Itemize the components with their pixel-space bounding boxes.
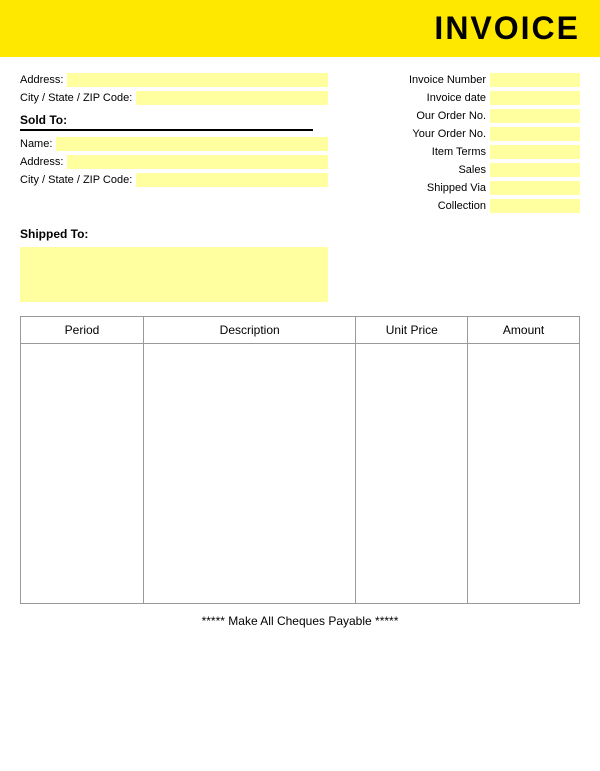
city-input[interactable] xyxy=(136,91,328,105)
right-field-row-6: Shipped Via xyxy=(345,181,580,195)
city2-label: City / State / ZIP Code: xyxy=(20,174,132,186)
right-field-input-5[interactable] xyxy=(490,163,580,177)
col-unit-price: Unit Price xyxy=(356,317,468,344)
shipped-to-label: Shipped To: xyxy=(20,227,580,241)
right-field-input-4[interactable] xyxy=(490,145,580,159)
col-amount: Amount xyxy=(468,317,580,344)
unit-price-cell[interactable] xyxy=(356,344,468,604)
col-description: Description xyxy=(143,317,355,344)
right-field-label-6: Shipped Via xyxy=(427,182,486,194)
right-field-label-2: Our Order No. xyxy=(416,110,486,122)
invoice-header: INVOICE xyxy=(0,0,600,57)
description-cell[interactable] xyxy=(143,344,355,604)
right-field-input-3[interactable] xyxy=(490,127,580,141)
city2-input[interactable] xyxy=(136,173,328,187)
address-input[interactable] xyxy=(67,73,328,87)
right-field-label-7: Collection xyxy=(438,200,486,212)
right-field-row-3: Your Order No. xyxy=(345,127,580,141)
right-field-row-0: Invoice Number xyxy=(345,73,580,87)
right-field-input-2[interactable] xyxy=(490,109,580,123)
footer-text: ***** Make All Cheques Payable ***** xyxy=(202,614,399,628)
right-field-row-1: Invoice date xyxy=(345,91,580,105)
right-field-label-5: Sales xyxy=(458,164,486,176)
right-field-row-7: Collection xyxy=(345,199,580,213)
right-field-row-4: Item Terms xyxy=(345,145,580,159)
shipped-to-input[interactable] xyxy=(20,247,328,302)
right-field-input-7[interactable] xyxy=(490,199,580,213)
right-field-row-2: Our Order No. xyxy=(345,109,580,123)
right-field-label-0: Invoice Number xyxy=(409,74,486,86)
address2-label: Address: xyxy=(20,156,63,168)
name-label: Name: xyxy=(20,138,52,150)
address2-input[interactable] xyxy=(67,155,328,169)
sold-to-label: Sold To: xyxy=(20,113,313,131)
name-input[interactable] xyxy=(56,137,328,151)
right-field-input-6[interactable] xyxy=(490,181,580,195)
right-field-input-1[interactable] xyxy=(490,91,580,105)
invoice-table: Period Description Unit Price Amount xyxy=(20,316,580,604)
right-field-input-0[interactable] xyxy=(490,73,580,87)
invoice-title: INVOICE xyxy=(0,10,580,47)
right-field-label-1: Invoice date xyxy=(427,92,486,104)
period-cell[interactable] xyxy=(21,344,144,604)
right-field-label-3: Your Order No. xyxy=(412,128,486,140)
right-field-label-4: Item Terms xyxy=(432,146,486,158)
address-label: Address: xyxy=(20,74,63,86)
right-field-row-5: Sales xyxy=(345,163,580,177)
col-period: Period xyxy=(21,317,144,344)
amount-cell[interactable] xyxy=(468,344,580,604)
city-label: City / State / ZIP Code: xyxy=(20,92,132,104)
